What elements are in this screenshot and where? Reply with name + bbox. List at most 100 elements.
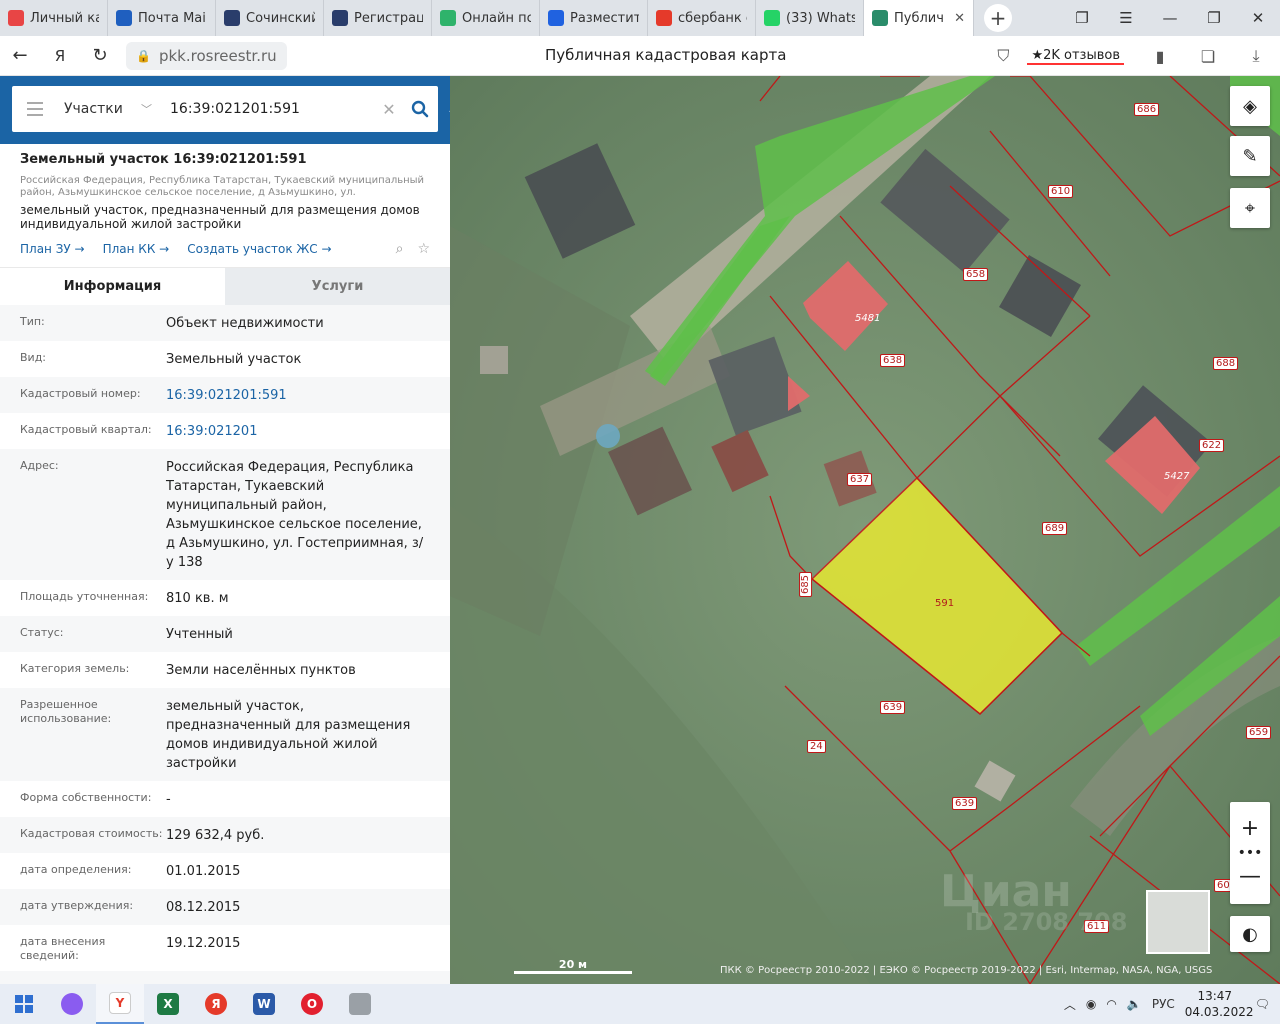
input-language[interactable]: РУС [1152,997,1175,1011]
minimize-button[interactable]: — [1148,0,1192,36]
start-button[interactable] [0,984,48,1024]
collapse-panel-button[interactable]: ‹ [442,98,450,124]
back-icon[interactable]: ← [0,36,40,76]
browser-tab[interactable]: Публич ✕ [864,0,974,36]
minimap[interactable] [1146,890,1210,954]
parcel-label[interactable]: 622 [1199,439,1225,452]
tab-favicon-icon [872,10,888,26]
notifications-icon[interactable]: 🗨 [1255,997,1270,1011]
close-tab-icon[interactable]: ✕ [954,11,965,26]
download-icon[interactable]: ⤓ [1232,46,1280,66]
parcel-label[interactable]: 638 [880,354,906,367]
parcel-label[interactable]: 686 [1134,103,1160,116]
attribute-row: Кадастровая стоимость: 129 632,4 руб. [0,817,450,853]
locate-button[interactable]: ⌖ [1230,188,1270,228]
zoom-more-icon[interactable]: ••• [1238,846,1263,860]
search-box: Участки ﹀ ✕ [12,86,438,132]
browser-tab[interactable]: Регистрац [324,0,432,36]
volume-icon[interactable]: 🔈 [1127,997,1142,1011]
browser-tab[interactable]: Разместит [540,0,648,36]
attribute-row: Тип: Объект недвижимости [0,305,450,341]
alice-icon[interactable] [48,984,96,1024]
parcel-label[interactable]: 685 [799,571,813,598]
browser-tab[interactable]: Почта Mai [108,0,216,36]
compass-button[interactable]: ◐ [1230,916,1270,952]
yandex-icon[interactable]: Я [192,984,240,1024]
parcel-label[interactable]: 658 [963,268,989,281]
tab-services[interactable]: Услуги [225,268,450,305]
zoom-out-button[interactable]: — [1239,864,1261,890]
attribute-row: Разрешенное использование: земельный учас… [0,688,450,781]
bookmark-icon[interactable]: ▮ [1136,47,1184,66]
close-window-button[interactable]: ✕ [1236,0,1280,36]
ruler-button[interactable]: ✎ [1230,136,1270,176]
attribute-row: дата утверждения: 08.12.2015 [0,889,450,925]
browser-tab[interactable]: Сочинский [216,0,324,36]
parcel-label[interactable]: 689 [1042,522,1068,535]
object-actions: ⌕ ☆ [396,241,430,257]
parcel-label[interactable]: 5481 [853,313,882,324]
layers-button[interactable]: ◈ [1230,86,1270,126]
attribute-key: Категория земель: [20,662,130,675]
browser-tab[interactable]: сбербанк с [648,0,756,36]
search-type-select[interactable]: Участки ﹀ [58,101,158,117]
wifi-icon[interactable]: ◠ [1106,997,1116,1011]
map-view[interactable]: 686 610 658 5481 638 688 622 5427 637 689 685 591 63… [450,76,1280,984]
browser-tab[interactable]: Личный ка [0,0,108,36]
reviews-link[interactable]: ★2K отзывов [1027,48,1124,65]
star-icon[interactable]: ☆ [417,241,430,257]
menu-burger-icon[interactable] [12,86,58,132]
maximize-button[interactable]: ❐ [1192,0,1236,36]
tab-label: (33) Whats [786,10,855,26]
browser-tab[interactable]: Онлайн пс [432,0,540,36]
parcel-label[interactable]: 24 [807,740,826,753]
app-tray-icon[interactable]: ◉ [1086,997,1096,1011]
lock-icon: 🔒 [136,48,151,63]
plan-kk-link[interactable]: План КК → [103,242,170,256]
opera-icon[interactable]: O [288,984,336,1024]
new-tab-button[interactable]: + [984,4,1012,32]
reload-icon[interactable]: ↻ [80,36,120,76]
search-icon[interactable] [402,86,438,132]
attribute-key: Форма собственности: [20,791,152,804]
attribute-value-link[interactable]: 16:39:021201:591 [166,386,430,405]
zoom-in-button[interactable]: + [1241,816,1259,842]
attribute-value-link[interactable]: 16:39:021201 [166,422,430,441]
tab-label: Разместит [570,10,639,26]
attribute-key: дата внесения сведений: [20,935,106,962]
parcel-label[interactable]: 637 [847,473,873,486]
menu-icon[interactable]: ☰ [1104,0,1148,36]
parcel-label[interactable]: 5427 [1162,471,1191,482]
tabs-overview-icon[interactable]: ❐ [1060,0,1104,36]
parcel-label[interactable]: 639 [880,701,906,714]
parcel-label[interactable]: 659 [1246,726,1272,739]
tab-favicon-icon [764,10,780,26]
search-doc-icon[interactable]: ⌕ [396,241,404,257]
yandex-icon[interactable]: Я [40,36,80,76]
protect-icon[interactable]: ⛉ [979,46,1027,66]
object-address: Российская Федерация, Республика Татарст… [20,175,425,198]
create-plot-link[interactable]: Создать участок ЖС → [187,242,331,256]
tab-info[interactable]: Информация [0,268,225,305]
clear-icon[interactable]: ✕ [376,100,402,119]
excel-icon[interactable]: X [144,984,192,1024]
parcel-label[interactable]: 591 [933,598,956,609]
parcel-label[interactable]: 688 [1213,357,1239,370]
chevron-up-icon[interactable]: ︿ [1064,996,1076,1013]
plan-zu-link[interactable]: План ЗУ → [20,242,85,256]
map-scale: 20 м [514,958,632,974]
parcel-label[interactable]: 610 [1048,185,1074,198]
word-icon[interactable]: W [240,984,288,1024]
tab-label: Личный ка [30,10,99,26]
attribute-key: дата определения: [20,863,132,876]
attribute-key: Площадь уточненная: [20,590,149,603]
clock[interactable]: 13:47 04.03.2022 [1185,988,1254,1020]
parcel-label[interactable]: 639 [952,797,978,810]
scanner-icon[interactable] [336,984,384,1024]
search-input[interactable] [158,89,376,129]
collections-icon[interactable]: ❏ [1184,47,1232,66]
yandex-browser-icon[interactable]: Y [96,984,144,1024]
browser-tab[interactable]: (33) Whats [756,0,864,36]
url-field[interactable]: 🔒 pkk.rosreestr.ru [126,41,287,70]
attribute-value: 129 632,4 руб. [166,828,265,843]
